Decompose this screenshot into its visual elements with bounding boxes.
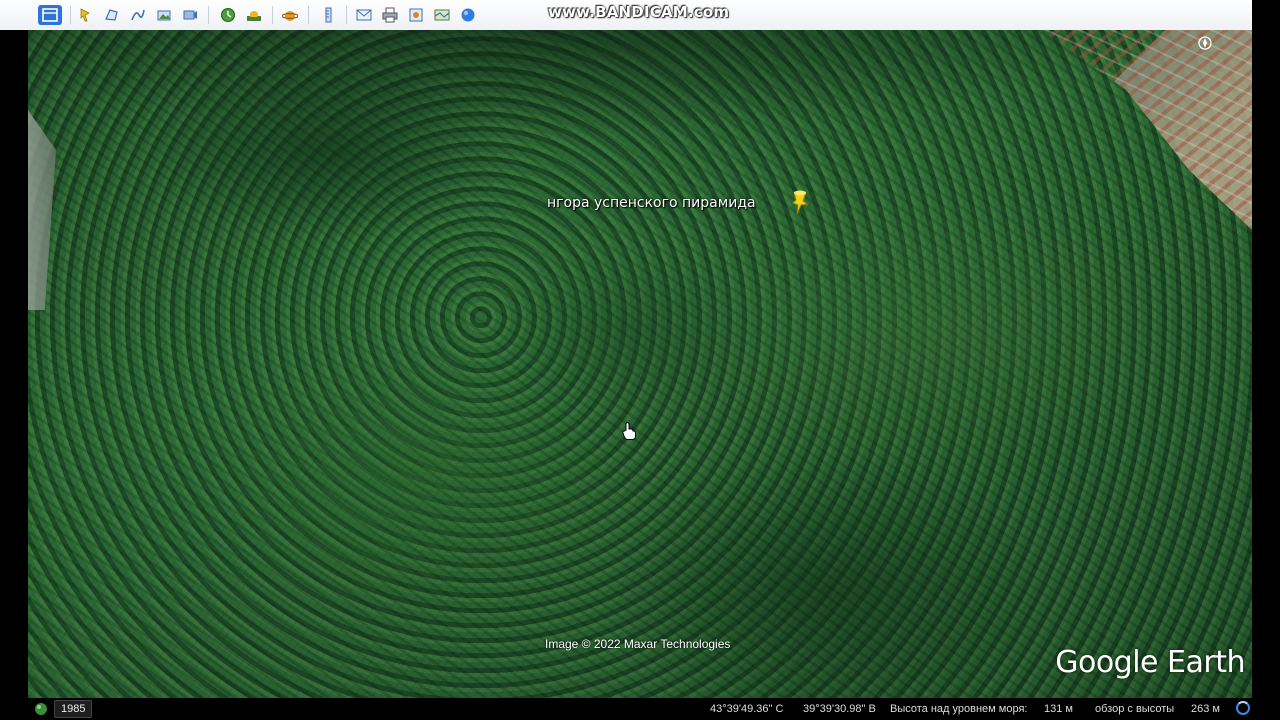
left-border [0, 30, 28, 698]
toolbar: www.BANDICAM.com [0, 0, 1252, 31]
record-tour-button[interactable] [180, 5, 200, 25]
save-image-icon [409, 8, 423, 22]
record-tour-icon [183, 10, 197, 20]
add-placemark-button[interactable] [76, 5, 96, 25]
path-icon [131, 9, 145, 21]
sunlight-button[interactable] [244, 5, 264, 25]
toolbar-separator [208, 6, 209, 24]
email-button[interactable] [354, 5, 374, 25]
toolbar-separator [346, 6, 347, 24]
map-view[interactable]: нгора успенского пирамида Image © 2022 M… [28, 30, 1252, 698]
view-in-maps-button[interactable] [432, 5, 452, 25]
ruler-icon [325, 7, 332, 23]
add-path-button[interactable] [128, 5, 148, 25]
add-polygon-button[interactable] [102, 5, 122, 25]
hand-cursor-icon [622, 422, 636, 440]
toolbar-separator [308, 6, 309, 24]
right-border [1252, 0, 1280, 720]
historical-imagery-button[interactable] [218, 5, 238, 25]
planet-icon [282, 11, 298, 21]
eye-altitude-label: обзор с высоты [1095, 703, 1175, 715]
recorder-watermark: www.BANDICAM.com [548, 3, 730, 21]
image-overlay-icon [157, 10, 171, 21]
terrain-shading [28, 30, 1252, 698]
imagery-credit: Image © 2022 Maxar Technologies [545, 637, 731, 651]
placemark-icon [80, 8, 90, 22]
add-image-overlay-button[interactable] [154, 5, 174, 25]
sign-in-button[interactable] [458, 5, 478, 25]
email-icon [356, 9, 372, 21]
sunlight-icon [247, 11, 261, 21]
status-bar: 1985 43°39'49.36" С 39°39'30.98" В Высот… [28, 698, 1252, 720]
toolbar-separator [272, 6, 273, 24]
pushpin-icon[interactable] [788, 188, 812, 216]
elevation-value: 131 м [1044, 703, 1073, 715]
sidebar-icon [42, 8, 58, 22]
ruler-button[interactable] [318, 5, 338, 25]
latitude-readout: 43°39'49.36" С [710, 703, 784, 715]
placemark-label[interactable]: нгора успенского пирамида [547, 195, 756, 211]
save-image-button[interactable] [406, 5, 426, 25]
globe-icon [461, 8, 475, 22]
eye-altitude-value: 263 м [1191, 703, 1220, 715]
google-earth-logo: Google Earth [1055, 645, 1245, 680]
historical-imagery-icon [221, 8, 235, 22]
print-button[interactable] [380, 5, 400, 25]
polygon-icon [105, 9, 118, 21]
historical-imagery-icon[interactable] [34, 702, 48, 716]
toolbar-separator [70, 6, 71, 24]
loading-spinner-icon [1236, 701, 1250, 715]
map-icon [434, 9, 450, 21]
elevation-label: Высота над уровнем моря: [890, 703, 1028, 715]
imagery-year-badge[interactable]: 1985 [54, 700, 93, 718]
sidebar-toggle-button[interactable] [38, 5, 62, 25]
switch-to-sky-button[interactable] [280, 5, 300, 25]
longitude-readout: 39°39'30.98" В [803, 703, 876, 715]
print-icon [382, 7, 398, 23]
compass-icon[interactable] [1198, 36, 1212, 50]
